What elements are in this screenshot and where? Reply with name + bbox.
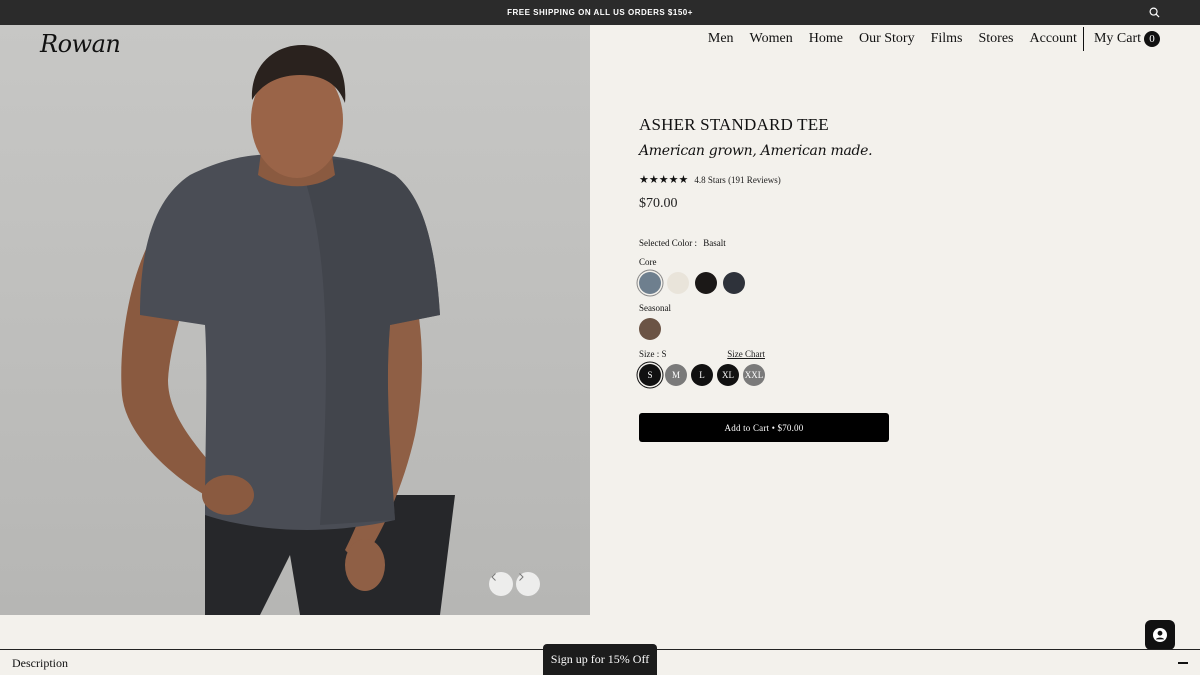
rating[interactable]: ★★★★★ 4.8 Stars (191 Reviews) (639, 173, 899, 186)
selected-color: Selected Color : Basalt (639, 238, 899, 248)
nav-divider (1082, 27, 1084, 51)
nav-item-account[interactable]: Account (1030, 31, 1077, 47)
selected-color-value: Basalt (703, 238, 726, 248)
search-icon[interactable] (1149, 7, 1160, 18)
rating-stars-icon: ★★★★★ (639, 174, 689, 186)
product-price: $70.00 (639, 196, 678, 211)
chevron-right-icon (519, 573, 524, 581)
size-option-l[interactable]: L (691, 364, 713, 386)
brand-logo[interactable]: Rowan (40, 30, 121, 58)
minus-icon[interactable] (1178, 662, 1188, 664)
seasonal-swatches (639, 318, 899, 340)
signup-offer-button[interactable]: Sign up for 15% Off (543, 644, 657, 675)
nav-item-home[interactable]: Home (809, 31, 843, 47)
size-chart-link[interactable]: Size Chart (727, 349, 765, 359)
seasonal-color-swatch[interactable] (639, 318, 661, 340)
size-label: Size : S (639, 349, 667, 359)
cart-label: My Cart (1093, 31, 1141, 46)
product-details: ASHER STANDARD TEE American grown, Ameri… (639, 110, 899, 442)
product-tagline: American grown, American made. (639, 143, 873, 159)
size-option-xl[interactable]: XL (717, 364, 739, 386)
user-chat-icon (1153, 628, 1167, 642)
size-option-xxl[interactable]: XXL (743, 364, 765, 386)
cart-count-badge: 0 (1144, 31, 1160, 47)
main-nav: Men Women Home Our Story Films Stores Ac… (692, 27, 1160, 51)
product-title: ASHER STANDARD TEE (639, 115, 829, 134)
model-illustration (121, 45, 455, 615)
promo-bar: FREE SHIPPING ON ALL US ORDERS $150+ (0, 0, 1200, 25)
nav-item-films[interactable]: Films (931, 31, 963, 47)
size-row: Size : S Size Chart (639, 349, 765, 359)
selected-color-label: Selected Color : (639, 238, 697, 248)
promo-text: FREE SHIPPING ON ALL US ORDERS $150+ (507, 8, 693, 17)
rating-text: 4.8 Stars (191 Reviews) (694, 174, 781, 185)
nav-item-men[interactable]: Men (708, 31, 734, 47)
nav-item-stores[interactable]: Stores (979, 31, 1014, 47)
size-option-s[interactable]: S (639, 364, 661, 386)
size-option-m[interactable]: M (665, 364, 687, 386)
color-swatch[interactable] (667, 272, 689, 294)
cart-link[interactable]: My Cart 0 (1094, 31, 1160, 47)
color-swatch[interactable] (695, 272, 717, 294)
description-label[interactable]: Description (12, 656, 68, 671)
seasonal-label: Seasonal (639, 303, 671, 313)
nav-item-our-story[interactable]: Our Story (859, 31, 915, 47)
prev-image-button[interactable] (489, 572, 513, 596)
size-options: S M L XL XXL (639, 364, 899, 386)
core-swatches (639, 272, 899, 294)
color-swatch-basalt[interactable] (639, 272, 661, 294)
product-image (0, 25, 590, 615)
core-label: Core (639, 257, 657, 267)
nav-item-women[interactable]: Women (750, 31, 793, 47)
add-to-cart-button[interactable]: Add to Cart • $70.00 (639, 413, 889, 442)
chevron-left-icon (491, 573, 496, 581)
next-image-button[interactable] (516, 572, 540, 596)
color-swatch[interactable] (723, 272, 745, 294)
chat-button[interactable] (1145, 620, 1175, 650)
